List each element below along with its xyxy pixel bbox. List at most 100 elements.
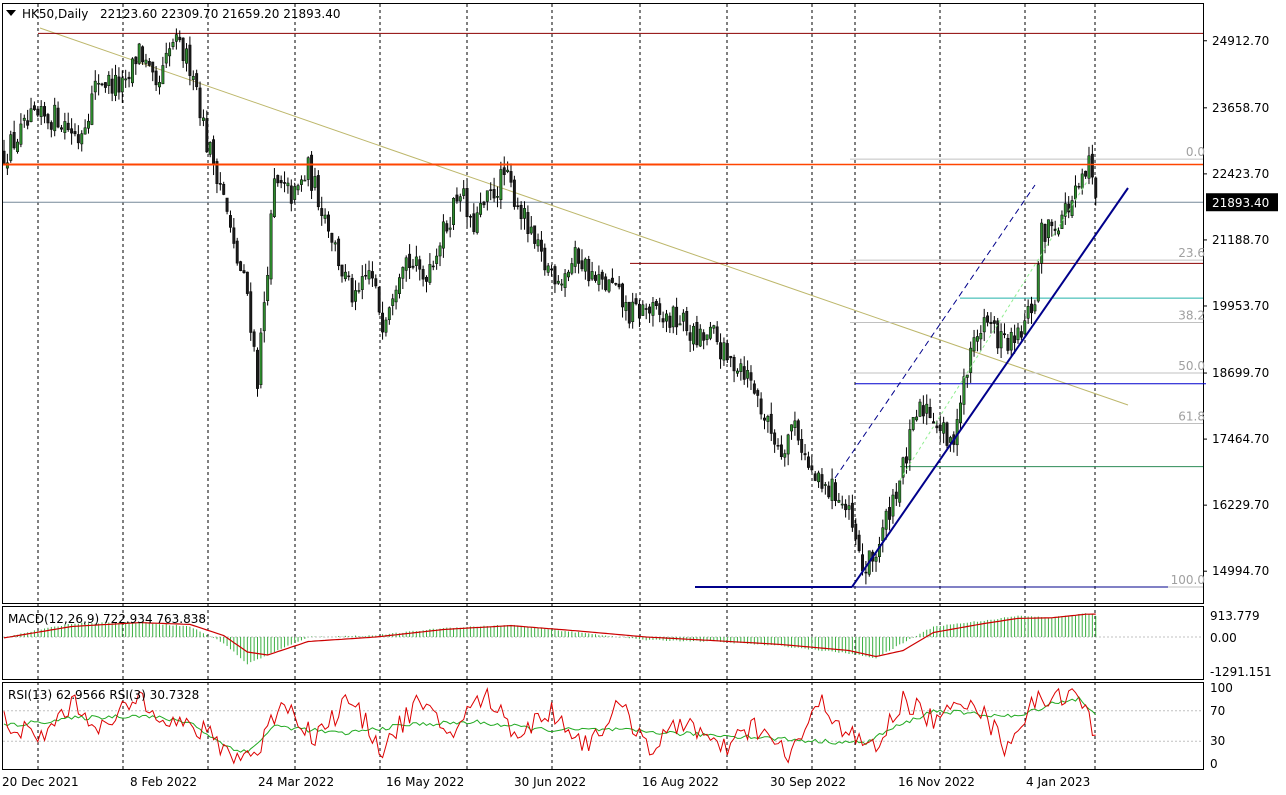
macd-axis-label: 913.779 (1210, 609, 1260, 623)
bull-candle (1046, 219, 1050, 239)
rsi-title: RSI(13) 62.9566 RSI(3) 30.7328 (8, 688, 199, 702)
bull-candle (1023, 320, 1027, 335)
bull-candle (1026, 306, 1030, 319)
bull-candle (458, 196, 462, 202)
bear-candle (56, 107, 60, 128)
bear-candle (377, 286, 381, 313)
bear-candle (117, 76, 121, 93)
bear-candle (283, 182, 286, 184)
bull-candle (360, 276, 364, 290)
macd-axis-label: 0.00 (1210, 631, 1237, 645)
bear-candle (658, 303, 662, 315)
bull-candle (306, 157, 310, 180)
bull-candle (624, 302, 628, 311)
bull-candle (546, 265, 550, 273)
bull-candle (293, 186, 297, 200)
bull-candle (597, 274, 601, 285)
bear-candle (70, 128, 74, 134)
bear-candle (43, 106, 47, 117)
bull-candle (651, 302, 655, 316)
bear-candle (519, 204, 523, 220)
bull-candle (398, 277, 401, 294)
bear-candle (46, 114, 50, 124)
bear-candle (239, 261, 243, 271)
bear-candle (445, 223, 449, 232)
bull-candle (259, 332, 263, 385)
bear-candle (864, 571, 868, 574)
bull-candle (607, 279, 611, 292)
bull-candle (323, 214, 327, 219)
bull-candle (90, 93, 94, 125)
bull-candle (631, 301, 635, 322)
bear-candle (512, 179, 516, 207)
bull-candle (499, 169, 503, 200)
bull-candle (1016, 327, 1020, 341)
bear-candle (661, 318, 665, 323)
bear-candle (154, 70, 158, 86)
bull-candle (783, 453, 787, 458)
bull-candle (9, 134, 13, 161)
bear-candle (992, 320, 996, 324)
bull-candle (164, 52, 168, 64)
bull-candle (891, 494, 895, 517)
bull-candle (158, 82, 161, 88)
bear-candle (320, 208, 324, 216)
bear-candle (408, 253, 412, 269)
bull-candle (83, 127, 87, 135)
bear-candle (810, 465, 814, 471)
bear-candle (621, 283, 624, 308)
bear-candle (604, 276, 608, 291)
bull-candle (391, 298, 395, 306)
bull-candle (438, 245, 442, 257)
bear-candle (685, 311, 689, 332)
bear-candle (938, 424, 942, 431)
bull-candle (942, 422, 946, 434)
bull-candle (97, 82, 101, 85)
bear-candle (594, 274, 597, 281)
bear-candle (465, 188, 469, 217)
bear-candle (218, 183, 222, 185)
bear-candle (627, 301, 631, 324)
bear-candle (729, 355, 733, 359)
rsi-axis-label: 70 (1210, 704, 1225, 718)
bear-candle (425, 276, 428, 282)
date-label: 30 Jun 2022 (514, 775, 586, 789)
bull-candle (698, 328, 702, 347)
bear-candle (421, 269, 425, 280)
bear-candle (715, 326, 719, 343)
bear-candle (719, 342, 723, 360)
bull-candle (394, 289, 398, 303)
bear-candle (242, 270, 246, 274)
bull-candle (208, 142, 212, 155)
bear-candle (894, 491, 898, 499)
price-label: 19953.70 (1212, 299, 1269, 313)
bull-candle (485, 190, 489, 202)
bull-candle (63, 121, 67, 133)
bull-candle (790, 424, 793, 432)
bull-candle (448, 227, 452, 230)
bear-candle (232, 227, 236, 244)
bear-candle (147, 61, 151, 66)
bull-candle (982, 317, 986, 333)
bull-candle (354, 290, 357, 302)
bear-candle (310, 154, 314, 191)
bear-candle (759, 398, 763, 415)
bear-candle (198, 87, 202, 119)
bear-candle (617, 283, 621, 288)
bull-candle (272, 178, 276, 217)
bull-candle (428, 264, 432, 283)
bull-candle (1070, 200, 1074, 216)
bull-candle (171, 42, 175, 47)
bear-candle (411, 265, 415, 268)
bull-candle (107, 74, 111, 87)
bull-candle (739, 363, 743, 372)
bull-candle (965, 374, 969, 378)
bear-candle (103, 82, 107, 88)
price-label: 18699.70 (1212, 366, 1269, 380)
bear-candle (749, 372, 753, 381)
bear-candle (763, 417, 766, 421)
bear-candle (553, 266, 557, 285)
bear-candle (752, 383, 756, 394)
date-label: 16 May 2022 (386, 775, 464, 789)
bear-candle (779, 444, 783, 457)
